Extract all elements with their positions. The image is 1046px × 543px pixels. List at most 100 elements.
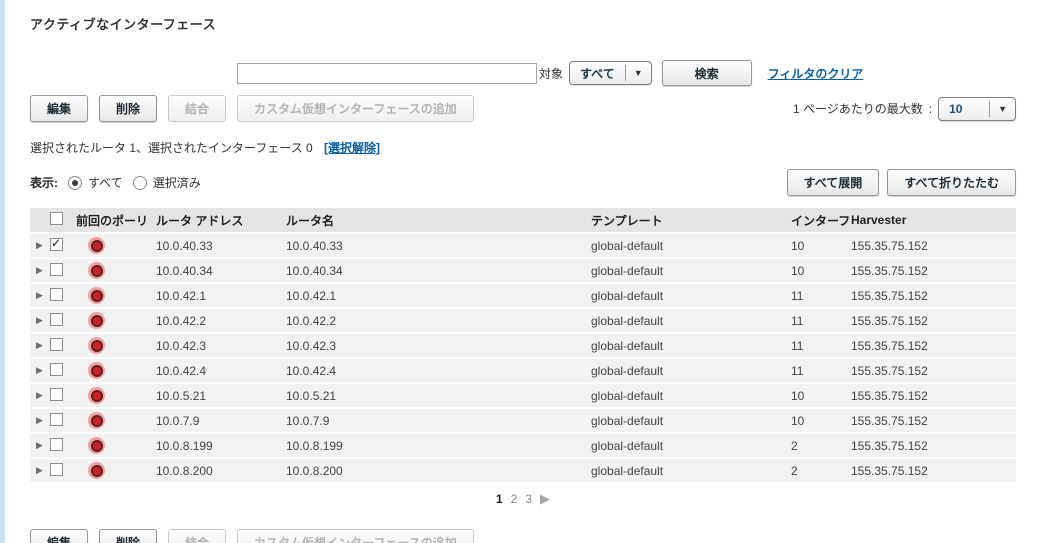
select-all-checkbox[interactable] xyxy=(50,212,63,225)
bottom-toolbar: 編集 削除 結合 カスタム仮想インターフェースの追加 xyxy=(30,529,1016,543)
chevron-down-icon: ▼ xyxy=(990,104,1015,114)
edit-button[interactable]: 編集 xyxy=(30,95,88,122)
radio-show-selected[interactable] xyxy=(133,176,147,190)
table-row: ▶ 10.0.42.1 10.0.42.1 global-default 11 … xyxy=(30,284,1016,307)
page-size-dropdown[interactable]: 10 ▼ xyxy=(938,97,1016,121)
delete-button[interactable]: 削除 xyxy=(99,95,157,122)
expand-row-icon[interactable]: ▶ xyxy=(30,365,50,376)
expand-row-icon[interactable]: ▶ xyxy=(30,315,50,326)
template-cell: global-default xyxy=(591,239,791,253)
table-row: ▶ 10.0.40.33 10.0.40.33 global-default 1… xyxy=(30,234,1016,257)
merge-button[interactable]: 結合 xyxy=(168,95,226,122)
row-checkbox[interactable] xyxy=(50,388,63,401)
top-toolbar: 編集 削除 結合 カスタム仮想インターフェースの追加 1 ページあたりの最大数 … xyxy=(30,95,1016,122)
column-template: テンプレート xyxy=(591,212,791,229)
radio-show-all[interactable] xyxy=(68,176,82,190)
router-name-cell: 10.0.7.9 xyxy=(286,414,591,428)
table-row: ▶ 10.0.8.199 10.0.8.199 global-default 2… xyxy=(30,434,1016,457)
expand-row-icon[interactable]: ▶ xyxy=(30,340,50,351)
row-checkbox[interactable] xyxy=(50,313,63,326)
column-router-address: ルータ アドレス xyxy=(156,212,286,229)
column-harvester: Harvester xyxy=(851,213,1016,227)
table-row: ▶ 10.0.42.3 10.0.42.3 global-default 11 … xyxy=(30,334,1016,357)
harvester-cell: 155.35.75.152 xyxy=(851,414,1016,428)
poll-status-icon xyxy=(88,262,105,279)
page-size-control: 1 ページあたりの最大数 : 10 ▼ xyxy=(793,97,1016,121)
template-cell: global-default xyxy=(591,339,791,353)
row-checkbox[interactable] xyxy=(50,363,63,376)
page-title: アクティブなインターフェース xyxy=(30,14,1016,33)
expand-row-icon[interactable]: ▶ xyxy=(30,265,50,276)
expand-row-icon[interactable]: ▶ xyxy=(30,465,50,476)
template-cell: global-default xyxy=(591,264,791,278)
add-custom-interface-button-bottom[interactable]: カスタム仮想インターフェースの追加 xyxy=(237,529,474,543)
template-cell: global-default xyxy=(591,414,791,428)
table-row: ▶ 10.0.42.2 10.0.42.2 global-default 11 … xyxy=(30,309,1016,332)
target-label: 対象 xyxy=(539,65,563,82)
harvester-cell: 155.35.75.152 xyxy=(851,339,1016,353)
pagination-page-3[interactable]: 3 xyxy=(525,492,532,506)
table-row: ▶ 10.0.40.34 10.0.40.34 global-default 1… xyxy=(30,259,1016,282)
clear-filter-link[interactable]: フィルタのクリア xyxy=(768,65,864,82)
row-checkbox[interactable] xyxy=(50,438,63,451)
selection-summary-row: 選択されたルータ 1、選択されたインターフェース 0 [選択解除] xyxy=(30,139,1016,156)
radio-show-selected-label: 選択済み xyxy=(153,174,201,191)
harvester-cell: 155.35.75.152 xyxy=(851,464,1016,478)
harvester-cell: 155.35.75.152 xyxy=(851,364,1016,378)
search-input[interactable] xyxy=(237,63,537,84)
row-checkbox[interactable] xyxy=(50,263,63,276)
expand-row-icon[interactable]: ▶ xyxy=(30,390,50,401)
delete-button-bottom[interactable]: 削除 xyxy=(99,529,157,543)
row-checkbox[interactable] xyxy=(50,413,63,426)
router-address-cell: 10.0.42.1 xyxy=(156,289,286,303)
pagination-current-page: 1 xyxy=(496,492,503,506)
expand-row-icon[interactable]: ▶ xyxy=(30,415,50,426)
row-checkbox[interactable] xyxy=(50,238,63,251)
interfaces-count-cell: 10 xyxy=(791,414,851,428)
row-checkbox[interactable] xyxy=(50,463,63,476)
interfaces-count-cell: 11 xyxy=(791,339,851,353)
template-cell: global-default xyxy=(591,314,791,328)
pagination: 1 2 3 ▶ xyxy=(30,491,1016,507)
router-address-cell: 10.0.42.3 xyxy=(156,339,286,353)
router-name-cell: 10.0.42.1 xyxy=(286,289,591,303)
interfaces-count-cell: 10 xyxy=(791,239,851,253)
radio-show-all-label: すべて xyxy=(88,174,123,191)
interfaces-count-cell: 11 xyxy=(791,314,851,328)
chevron-down-icon: ▼ xyxy=(626,68,651,78)
next-page-icon[interactable]: ▶ xyxy=(540,491,550,507)
router-name-cell: 10.0.8.199 xyxy=(286,439,591,453)
harvester-cell: 155.35.75.152 xyxy=(851,239,1016,253)
table-row: ▶ 10.0.42.4 10.0.42.4 global-default 11 … xyxy=(30,359,1016,382)
pagination-page-2[interactable]: 2 xyxy=(511,492,518,506)
display-controls-row: 表示: すべて 選択済み すべて展開 すべて折りたたむ xyxy=(30,169,1016,196)
template-cell: global-default xyxy=(591,389,791,403)
merge-button-bottom[interactable]: 結合 xyxy=(168,529,226,543)
interfaces-table-body: ▶ 10.0.40.33 10.0.40.33 global-default 1… xyxy=(30,234,1016,482)
router-address-cell: 10.0.40.33 xyxy=(156,239,286,253)
interfaces-count-cell: 11 xyxy=(791,364,851,378)
clear-selection-link[interactable]: [選択解除] xyxy=(324,141,380,155)
add-custom-interface-button[interactable]: カスタム仮想インターフェースの追加 xyxy=(237,95,474,122)
template-cell: global-default xyxy=(591,439,791,453)
scope-dropdown[interactable]: すべて ▼ xyxy=(569,61,652,85)
router-name-cell: 10.0.5.21 xyxy=(286,389,591,403)
page-size-label: 1 ページあたりの最大数 xyxy=(793,100,923,117)
edit-button-bottom[interactable]: 編集 xyxy=(30,529,88,543)
expand-row-icon[interactable]: ▶ xyxy=(30,240,50,251)
collapse-all-button[interactable]: すべて折りたたむ xyxy=(887,169,1016,196)
expand-row-icon[interactable]: ▶ xyxy=(30,290,50,301)
poll-status-icon xyxy=(88,462,105,479)
template-cell: global-default xyxy=(591,464,791,478)
scope-dropdown-value: すべて xyxy=(580,65,625,82)
display-label: 表示: xyxy=(30,174,58,191)
poll-status-icon xyxy=(88,312,105,329)
row-checkbox[interactable] xyxy=(50,288,63,301)
expand-row-icon[interactable]: ▶ xyxy=(30,440,50,451)
row-checkbox[interactable] xyxy=(50,338,63,351)
poll-status-icon xyxy=(88,412,105,429)
search-button[interactable]: 検索 xyxy=(662,60,752,86)
router-address-cell: 10.0.42.4 xyxy=(156,364,286,378)
interfaces-count-cell: 10 xyxy=(791,389,851,403)
expand-all-button[interactable]: すべて展開 xyxy=(787,169,880,196)
